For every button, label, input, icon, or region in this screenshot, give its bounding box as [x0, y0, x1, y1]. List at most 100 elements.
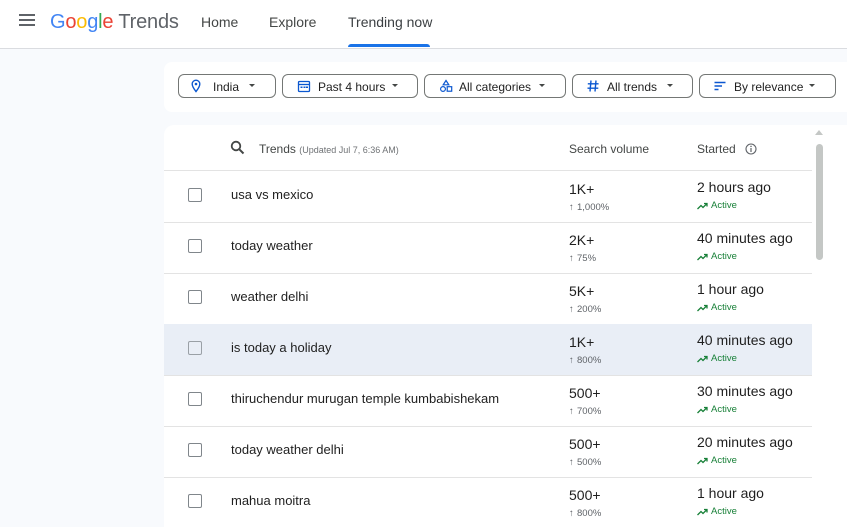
hamburger-menu-icon[interactable]: [19, 14, 37, 28]
location-filter-label: India: [213, 80, 240, 94]
chevron-down-icon: [667, 84, 673, 87]
status-badge: Active: [697, 506, 737, 517]
tab-trending-now[interactable]: Trending now: [348, 14, 432, 30]
chevron-down-icon: [249, 84, 255, 87]
trend-name[interactable]: is today a holiday: [231, 340, 331, 355]
status-label: Active: [711, 302, 737, 313]
table-row[interactable]: weather delhi 5K+ ↑ 200% 1 hour ago Activ…: [164, 273, 812, 325]
trending-up-icon: [697, 406, 708, 414]
search-volume-column-header[interactable]: Search volume: [569, 142, 649, 156]
trend-name[interactable]: today weather delhi: [231, 442, 344, 457]
tab-explore[interactable]: Explore: [269, 14, 316, 30]
info-icon[interactable]: [745, 143, 757, 155]
table-row[interactable]: today weather delhi 500+ ↑ 500% 20 minute…: [164, 426, 812, 478]
search-volume: 5K+: [569, 283, 595, 299]
status-label: Active: [711, 251, 737, 262]
location-filter-dropdown[interactable]: India: [178, 74, 276, 98]
volume-change-value: 500%: [577, 457, 602, 468]
started-time: 1 hour ago: [697, 281, 764, 297]
table-row-highlighted[interactable]: is today a holiday 1K+ ↑ 800% 40 minutes …: [164, 324, 812, 376]
row-checkbox[interactable]: [188, 392, 202, 406]
started-time: 20 minutes ago: [697, 434, 793, 450]
trend-name[interactable]: today weather: [231, 238, 313, 253]
status-badge: Active: [697, 455, 737, 466]
row-checkbox[interactable]: [188, 494, 202, 508]
started-time: 1 hour ago: [697, 485, 764, 501]
volume-change-value: 1,000%: [577, 202, 610, 213]
tab-home[interactable]: Home: [201, 14, 238, 30]
started-time: 40 minutes ago: [697, 332, 793, 348]
trending-up-icon: [697, 508, 708, 516]
volume-change: ↑ 700%: [569, 406, 601, 417]
search-volume: 1K+: [569, 334, 595, 350]
trend-status-filter-label: All trends: [607, 80, 658, 94]
time-range-filter-dropdown[interactable]: Past 4 hours: [282, 74, 418, 98]
sort-filter-dropdown[interactable]: By relevance: [699, 74, 836, 98]
google-trends-logo[interactable]: Google Trends: [50, 11, 179, 34]
trending-up-icon: [697, 457, 708, 465]
arrow-up-icon: ↑: [569, 304, 574, 315]
status-badge: Active: [697, 353, 737, 364]
volume-change: ↑ 500%: [569, 457, 601, 468]
trend-name[interactable]: weather delhi: [231, 289, 308, 304]
search-icon[interactable]: [230, 140, 245, 155]
table-row[interactable]: usa vs mexico 1K+ ↑ 1,000% 2 hours ago Ac…: [164, 171, 812, 223]
status-label: Active: [711, 404, 737, 415]
trends-header-label: Trends: [259, 142, 296, 156]
volume-change: ↑ 75%: [569, 253, 596, 264]
chevron-down-icon: [392, 84, 398, 87]
row-checkbox[interactable]: [188, 239, 202, 253]
trends-column-header: Trends (Updated Jul 7, 6:36 AM): [259, 142, 399, 156]
volume-change: ↑ 1,000%: [569, 202, 609, 213]
arrow-up-icon: ↑: [569, 253, 574, 264]
row-checkbox[interactable]: [188, 290, 202, 304]
volume-change-value: 800%: [577, 508, 602, 519]
filter-bar: India Past 4 hours All categories All tr…: [164, 62, 847, 112]
volume-change-value: 700%: [577, 406, 602, 417]
arrow-up-icon: ↑: [569, 406, 574, 417]
status-badge: Active: [697, 404, 737, 415]
arrow-up-icon: ↑: [569, 457, 574, 468]
trend-name[interactable]: usa vs mexico: [231, 187, 313, 202]
status-badge: Active: [697, 251, 737, 262]
search-volume: 1K+: [569, 181, 595, 197]
table-row[interactable]: today weather 2K+ ↑ 75% 40 minutes ago Ac…: [164, 222, 812, 274]
updated-timestamp: (Updated Jul 7, 6:36 AM): [299, 145, 399, 155]
location-pin-icon: [191, 79, 201, 93]
arrow-up-icon: ↑: [569, 508, 574, 519]
status-badge: Active: [697, 302, 737, 313]
category-filter-dropdown[interactable]: All categories: [424, 74, 566, 98]
status-badge: Active: [697, 200, 737, 211]
trend-status-filter-dropdown[interactable]: All trends: [572, 74, 693, 98]
started-time: 40 minutes ago: [697, 230, 793, 246]
sort-icon: [714, 81, 726, 91]
row-checkbox[interactable]: [188, 188, 202, 202]
volume-change-value: 75%: [577, 253, 597, 264]
scroll-up-arrow-icon[interactable]: [815, 130, 823, 135]
calendar-icon: [297, 80, 311, 93]
trend-name[interactable]: thiruchendur murugan temple kumbabisheka…: [231, 391, 499, 406]
trending-up-icon: [697, 304, 708, 312]
sort-filter-label: By relevance: [734, 80, 804, 94]
row-checkbox[interactable]: [188, 341, 202, 355]
search-volume: 500+: [569, 385, 601, 401]
chevron-down-icon: [809, 84, 815, 87]
started-column-header[interactable]: Started: [697, 142, 757, 156]
search-volume: 500+: [569, 436, 601, 452]
top-app-bar: Google Trends Home Explore Trending now: [0, 0, 847, 49]
started-time: 30 minutes ago: [697, 383, 793, 399]
trend-name[interactable]: mahua moitra: [231, 493, 310, 508]
scroll-thumb[interactable]: [816, 144, 823, 260]
arrow-up-icon: ↑: [569, 355, 574, 366]
volume-change-value: 800%: [577, 355, 602, 366]
category-filter-label: All categories: [459, 80, 532, 94]
started-header-label: Started: [697, 142, 736, 156]
table-row[interactable]: mahua moitra 500+ ↑ 800% 1 hour ago Activ…: [164, 477, 812, 527]
trending-up-icon: [697, 253, 708, 261]
table-row[interactable]: thiruchendur murugan temple kumbabisheka…: [164, 375, 812, 427]
row-checkbox[interactable]: [188, 443, 202, 457]
table-scrollbar[interactable]: [812, 126, 826, 527]
search-volume: 2K+: [569, 232, 595, 248]
categories-icon: [439, 79, 453, 93]
volume-change: ↑ 800%: [569, 508, 601, 519]
